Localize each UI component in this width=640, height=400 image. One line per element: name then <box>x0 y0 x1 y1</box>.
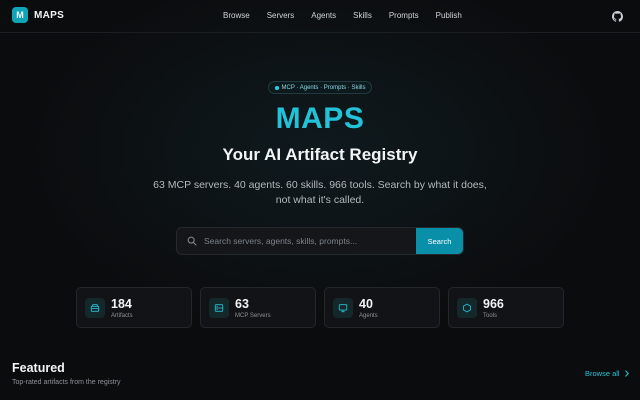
featured-title: Featured <box>12 361 65 375</box>
stat-card-mcp-servers[interactable]: 63 MCP Servers <box>200 287 316 328</box>
hero-title: MAPS <box>275 102 365 135</box>
search-icon <box>187 236 197 246</box>
main-nav: Browse Servers Agents Skills Prompts Pub… <box>223 11 462 20</box>
chevron-right-icon <box>624 370 629 377</box>
nav-browse[interactable]: Browse <box>223 11 250 20</box>
brand-logo: M <box>12 7 28 23</box>
page: M MAPS Browse Servers Agents Skills Prom… <box>0 0 640 400</box>
nav-agents[interactable]: Agents <box>311 11 336 20</box>
search-bar: Search <box>176 227 464 255</box>
brand-name: MAPS <box>34 9 65 21</box>
nav-prompts[interactable]: Prompts <box>389 11 419 20</box>
top-bar: M MAPS Browse Servers Agents Skills Prom… <box>0 0 640 33</box>
stat-label: MCP Servers <box>235 313 271 319</box>
stat-value: 40 <box>359 297 373 311</box>
monitor-icon <box>333 298 353 318</box>
badge-dot-icon <box>274 85 279 90</box>
stat-card-tools[interactable]: 966 Tools <box>448 287 564 328</box>
browse-all-label: Browse all <box>585 369 620 378</box>
stat-value: 63 <box>235 297 249 311</box>
category-badge: MCP · Agents · Prompts · Skills <box>268 81 372 94</box>
stat-label: Agents <box>359 313 378 319</box>
stat-value: 184 <box>111 297 132 311</box>
github-icon[interactable] <box>612 11 623 22</box>
stat-label: Artifacts <box>111 313 133 319</box>
search-button[interactable]: Search <box>416 228 463 254</box>
box-icon <box>85 298 105 318</box>
featured-subtitle: Top-rated artifacts from the registry <box>12 379 121 386</box>
browse-all-link[interactable]: Browse all <box>585 369 630 378</box>
nav-skills[interactable]: Skills <box>353 11 372 20</box>
hero-description: 63 MCP servers. 40 agents. 60 skills. 96… <box>153 179 487 206</box>
search-input[interactable] <box>204 228 416 254</box>
stat-card-agents[interactable]: 40 Agents <box>324 287 440 328</box>
stat-label: Tools <box>483 313 498 319</box>
nav-publish[interactable]: Publish <box>436 11 462 20</box>
nav-servers[interactable]: Servers <box>267 11 295 20</box>
stat-card-artifacts[interactable]: 184 Artifacts <box>76 287 192 328</box>
hero-subtitle: Your AI Artifact Registry <box>222 145 418 164</box>
badge-text: MCP · Agents · Prompts · Skills <box>281 84 366 91</box>
stat-value: 966 <box>483 297 504 311</box>
hexagon-icon <box>457 298 477 318</box>
server-icon <box>209 298 229 318</box>
brand[interactable]: M MAPS <box>12 7 64 23</box>
